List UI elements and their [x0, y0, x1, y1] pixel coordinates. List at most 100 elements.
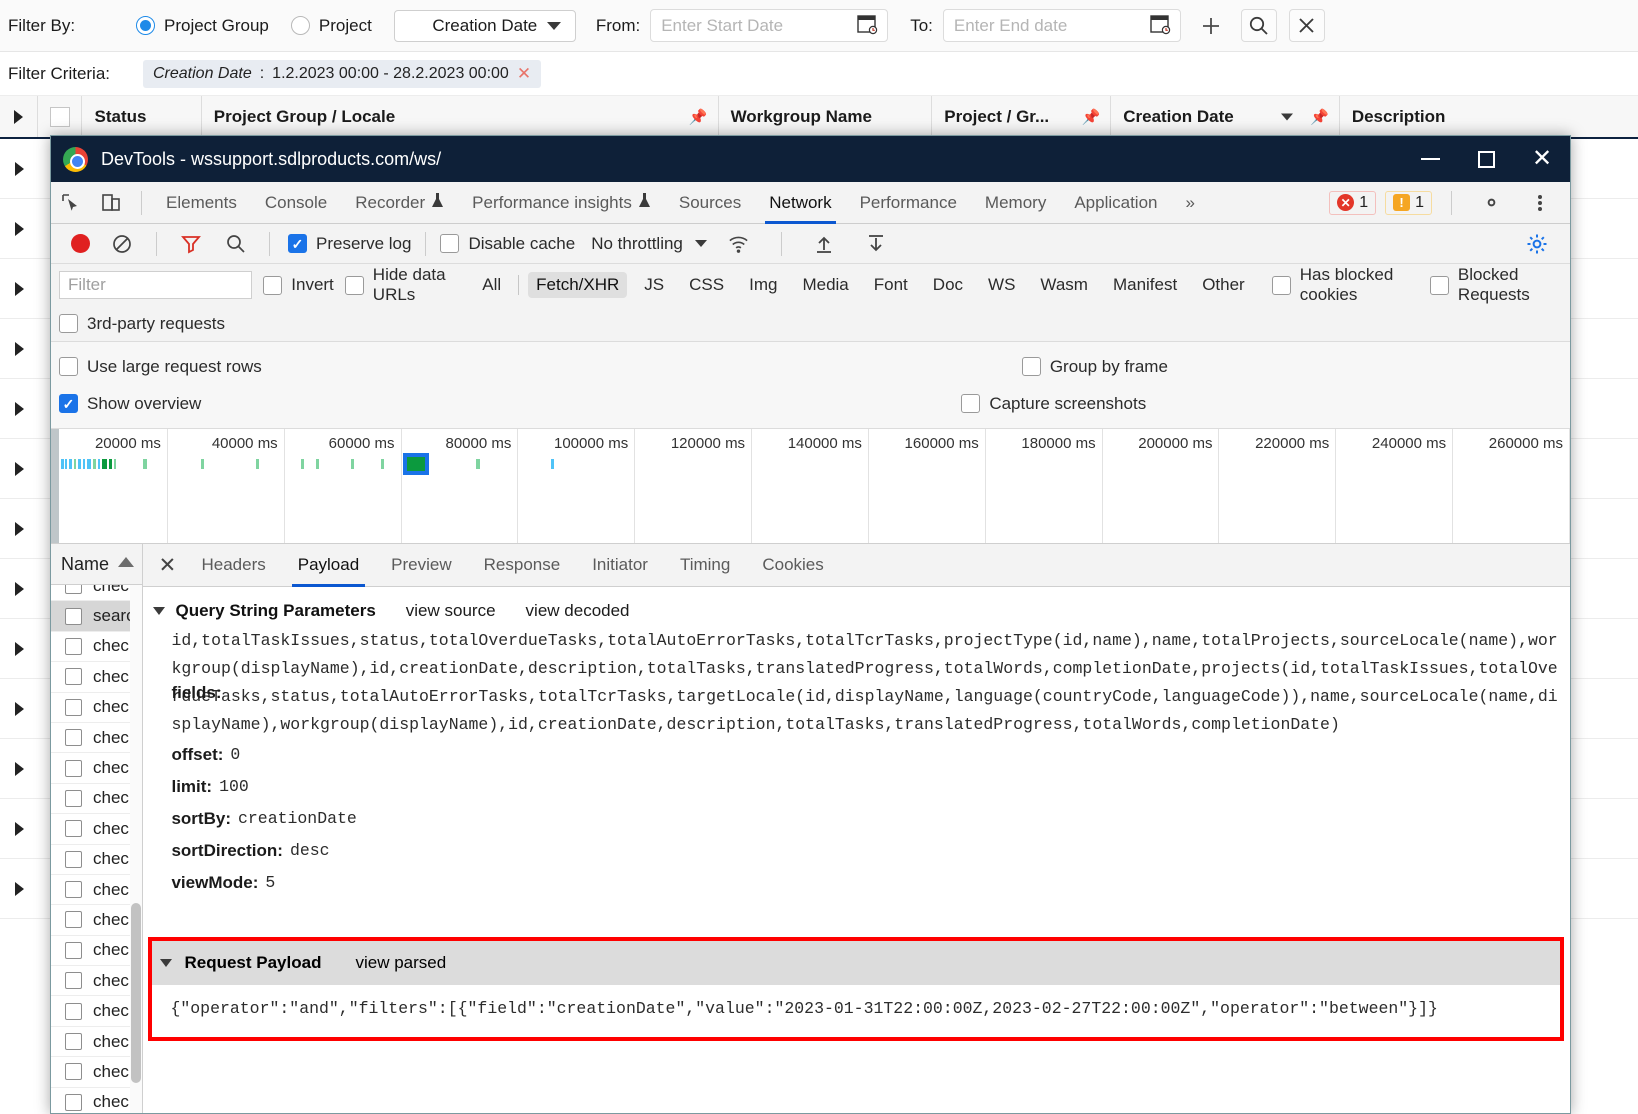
device-toolbar-icon[interactable] [91, 182, 131, 224]
radio-project-group[interactable]: Project Group [136, 16, 269, 36]
third-party-requests-checkbox[interactable]: 3rd-party requests [59, 314, 225, 334]
tab-application[interactable]: Application [1060, 182, 1171, 224]
more-panels-button[interactable]: » [1172, 182, 1209, 224]
filter-type-js[interactable]: JS [636, 272, 672, 298]
request-list-item[interactable]: check [51, 936, 143, 967]
filter-type-css[interactable]: CSS [681, 272, 732, 298]
filter-type-img[interactable]: Img [741, 272, 785, 298]
row-expand-toggle[interactable] [0, 521, 38, 536]
disable-cache-checkbox[interactable]: Disable cache [440, 234, 575, 254]
row-expand-toggle[interactable] [0, 881, 38, 896]
row-expand-toggle[interactable] [0, 221, 38, 236]
request-list-item[interactable]: check [51, 723, 143, 754]
use-large-request-rows-checkbox[interactable]: Use large request rows [59, 357, 262, 377]
row-expand-toggle[interactable] [0, 701, 38, 716]
triangle-down-icon[interactable] [153, 607, 166, 615]
request-list-item[interactable]: check [51, 814, 143, 845]
row-expand-toggle[interactable] [0, 161, 38, 176]
filter-type-wasm[interactable]: Wasm [1032, 272, 1096, 298]
filter-type-font[interactable]: Font [866, 272, 916, 298]
checkbox-box[interactable] [65, 1002, 82, 1020]
filter-type-manifest[interactable]: Manifest [1105, 272, 1185, 298]
has-blocked-cookies-checkbox[interactable]: Has blocked cookies [1271, 265, 1419, 305]
network-conditions-icon[interactable] [719, 223, 759, 265]
invert-checkbox[interactable]: Invert [263, 275, 334, 295]
request-list-item[interactable]: check [51, 845, 143, 875]
end-date-input[interactable]: Enter End date [942, 9, 1181, 42]
close-detail-icon[interactable]: ✕ [149, 544, 185, 587]
kebab-menu-icon[interactable] [1520, 182, 1560, 224]
request-list-item[interactable]: check [51, 693, 143, 723]
scrollbar-thumb[interactable] [131, 903, 142, 1083]
clear-icon[interactable] [102, 223, 142, 265]
request-list-item[interactable]: check [51, 1088, 142, 1113]
pin-icon[interactable]: 📌 [1082, 108, 1101, 126]
checkbox-box[interactable] [65, 941, 82, 959]
filter-type-media[interactable]: Media [794, 272, 856, 298]
request-list-item[interactable]: check [51, 875, 143, 906]
grid-expand-all-toggle[interactable] [0, 96, 38, 137]
row-expand-toggle[interactable] [0, 401, 38, 416]
row-expand-toggle[interactable] [0, 461, 38, 476]
checkbox-box[interactable] [65, 850, 82, 868]
radio-project[interactable]: Project [290, 16, 372, 36]
detail-tab-timing[interactable]: Timing [664, 544, 746, 587]
maximize-button[interactable] [1458, 136, 1514, 182]
start-date-input[interactable]: Enter Start Date [650, 9, 889, 42]
network-settings-gear-icon[interactable] [1522, 223, 1562, 265]
tab-recorder[interactable]: Recorder [341, 182, 458, 224]
request-list-item[interactable]: check [51, 632, 143, 663]
clear-filters-button[interactable] [1288, 9, 1325, 42]
grid-col-creation-date[interactable]: Creation Date 📌 [1111, 96, 1340, 137]
row-expand-toggle[interactable] [0, 341, 38, 356]
filter-criteria-chip[interactable]: Creation Date : 1.2.2023 00:00 - 28.2.20… [143, 59, 542, 88]
filter-field-select[interactable]: Creation Date [393, 9, 576, 42]
request-list-item[interactable]: check [51, 662, 143, 693]
calendar-icon[interactable] [1149, 12, 1172, 40]
scroll-up-icon[interactable] [118, 557, 135, 567]
row-expand-toggle[interactable] [0, 641, 38, 656]
request-list-name-column[interactable]: Name [61, 554, 109, 575]
request-list-item[interactable]: check [51, 1057, 143, 1088]
detail-tab-preview[interactable]: Preview [375, 544, 467, 587]
tab-sources[interactable]: Sources [665, 182, 755, 224]
filter-type-ws[interactable]: WS [980, 272, 1023, 298]
checkbox-box[interactable] [65, 729, 82, 747]
tab-network[interactable]: Network [755, 182, 845, 224]
view-source-link[interactable]: view source [406, 601, 496, 621]
group-by-frame-checkbox[interactable]: Group by frame [1021, 357, 1168, 377]
checkbox-box[interactable] [65, 1033, 82, 1051]
row-expand-toggle[interactable] [0, 821, 38, 836]
export-har-icon[interactable] [856, 223, 896, 265]
request-list-item[interactable]: check [51, 784, 143, 815]
grid-col-description[interactable]: Description [1340, 96, 1638, 137]
chip-remove-icon[interactable]: ✕ [517, 64, 531, 84]
sort-descending-icon[interactable] [1280, 113, 1293, 120]
grid-col-project-group[interactable]: Project / Gr... 📌 [932, 96, 1112, 137]
inspect-element-icon[interactable] [51, 182, 91, 224]
row-expand-toggle[interactable] [0, 581, 38, 596]
request-list-scrollbar[interactable] [130, 585, 143, 1113]
filter-type-doc[interactable]: Doc [925, 272, 971, 298]
row-expand-toggle[interactable] [0, 761, 38, 776]
throttling-select-value[interactable]: No throttling [591, 234, 683, 254]
request-list-item[interactable]: check [51, 996, 143, 1027]
detail-tab-payload[interactable]: Payload [282, 544, 375, 587]
detail-tab-headers[interactable]: Headers [185, 544, 281, 587]
checkbox-box[interactable] [65, 911, 82, 929]
tab-console[interactable]: Console [251, 182, 341, 224]
request-list-item[interactable]: check [51, 585, 143, 602]
checkbox-box[interactable] [65, 881, 82, 899]
checkbox-box[interactable] [65, 607, 82, 625]
hide-data-urls-checkbox[interactable]: Hide data URLs [344, 265, 463, 305]
request-list-item[interactable]: check [51, 966, 143, 997]
preserve-log-checkbox[interactable]: Preserve log [288, 234, 411, 254]
filter-type-other[interactable]: Other [1194, 272, 1253, 298]
checkbox-box[interactable] [65, 637, 82, 655]
calendar-icon[interactable] [856, 12, 879, 40]
checkbox-box[interactable] [65, 820, 82, 838]
network-overview-timeline[interactable]: 20000 ms 40000 ms 60000 ms 80000 ms 100000 m… [51, 429, 1570, 544]
import-har-icon[interactable] [804, 223, 844, 265]
request-list-item[interactable]: check [51, 905, 143, 936]
pin-icon[interactable]: 📌 [1310, 108, 1329, 126]
